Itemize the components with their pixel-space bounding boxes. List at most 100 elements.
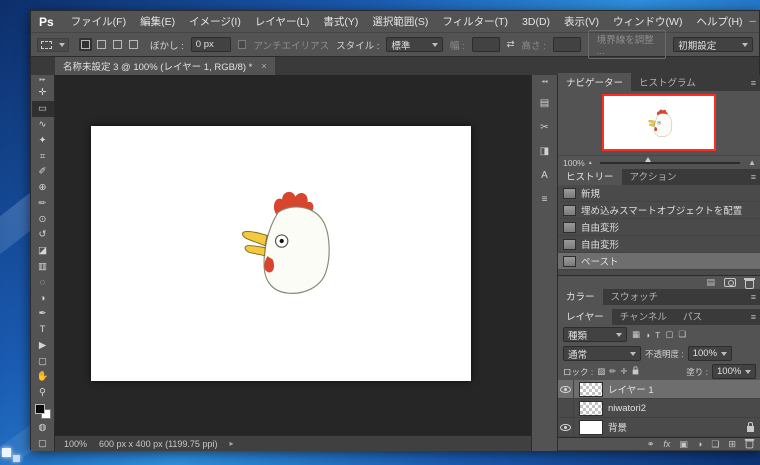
history-item-paste[interactable]: ペースト xyxy=(558,253,760,270)
link-layers-icon[interactable]: ⚭ xyxy=(647,439,655,450)
layer-row-layer1[interactable]: レイヤー 1 xyxy=(558,380,760,399)
menu-file[interactable]: ファイル(F) xyxy=(64,14,133,29)
fill-dropdown[interactable]: 100% xyxy=(712,364,756,379)
layer-mask-icon[interactable]: ▣ xyxy=(679,439,688,450)
tab-paths[interactable]: パス xyxy=(675,307,710,325)
layer-name[interactable]: レイヤー 1 xyxy=(608,382,654,396)
menu-layer[interactable]: レイヤー(L) xyxy=(248,14,317,29)
layer-thumbnail[interactable] xyxy=(579,420,603,435)
swap-dimensions-icon[interactable]: ⇄ xyxy=(507,39,515,50)
menu-window[interactable]: ウィンドウ(W) xyxy=(606,14,689,29)
add-selection-button[interactable] xyxy=(95,38,108,51)
rectangle-shape-tool[interactable]: ▢ xyxy=(32,353,54,369)
history-item-free-transform-2[interactable]: 自由変形 xyxy=(558,236,760,253)
visibility-toggle[interactable] xyxy=(558,418,574,436)
lock-transparency-icon[interactable]: ▨ xyxy=(597,366,605,377)
path-selection-tool[interactable]: ▶ xyxy=(32,338,54,354)
opacity-dropdown[interactable]: 100% xyxy=(688,346,732,361)
hand-tool[interactable]: ✋ xyxy=(32,369,54,385)
filter-pixel-layers-icon[interactable]: ▦ xyxy=(632,329,640,340)
tab-channels[interactable]: チャンネル xyxy=(612,307,675,325)
collapsed-panel-character-icon[interactable]: A xyxy=(541,170,548,181)
expand-panels-icon[interactable]: ◂◂ xyxy=(541,78,547,85)
new-document-from-state-icon[interactable]: ▤ xyxy=(706,277,715,288)
intersect-selection-button[interactable] xyxy=(127,38,140,51)
layer-thumbnail[interactable] xyxy=(579,382,603,397)
close-document-icon[interactable]: × xyxy=(261,61,266,71)
spot-healing-brush-tool[interactable]: ⊕ xyxy=(32,180,54,196)
blur-tool[interactable]: ◌ xyxy=(32,274,54,290)
tab-layers[interactable]: レイヤー xyxy=(558,307,612,325)
lock-pixels-icon[interactable]: ✏ xyxy=(609,366,616,377)
menu-image[interactable]: イメージ(I) xyxy=(182,14,248,29)
move-tool[interactable]: ✛ xyxy=(32,85,54,101)
menu-3d[interactable]: 3D(D) xyxy=(515,16,557,28)
type-tool[interactable]: T xyxy=(32,322,54,338)
workspace-switcher[interactable]: 初期設定 xyxy=(673,37,753,52)
layer-row-niwatori2[interactable]: niwatori2 xyxy=(558,399,760,418)
eyedropper-tool[interactable]: ✐ xyxy=(32,164,54,180)
lock-all-icon[interactable] xyxy=(632,369,638,374)
dodge-tool[interactable]: ◑ xyxy=(32,290,54,306)
taskbar-icon[interactable] xyxy=(2,448,11,457)
navigator-proxy-view[interactable] xyxy=(602,94,716,151)
brush-tool[interactable]: ✏ xyxy=(32,195,54,211)
filter-adjustment-layers-icon[interactable]: ◑ xyxy=(645,330,650,340)
new-snapshot-icon[interactable] xyxy=(724,278,736,287)
collapsed-panel-icon[interactable]: ◨ xyxy=(540,146,549,157)
panel-menu-icon[interactable]: ≡ xyxy=(751,312,756,322)
visibility-toggle[interactable] xyxy=(558,380,574,398)
tab-history[interactable]: ヒストリー xyxy=(558,167,622,185)
new-layer-icon[interactable]: ⊞ xyxy=(728,439,736,450)
width-input[interactable] xyxy=(472,37,500,52)
canvas-area[interactable] xyxy=(55,75,531,435)
layer-name[interactable]: 背景 xyxy=(608,420,627,434)
menu-view[interactable]: 表示(V) xyxy=(557,14,606,29)
layer-filter-dropdown[interactable]: 種類 xyxy=(563,327,627,342)
tool-preset-picker[interactable] xyxy=(37,38,69,52)
menu-type[interactable]: 書式(Y) xyxy=(316,14,365,29)
foreground-color-swatch[interactable] xyxy=(35,404,45,414)
subtract-selection-button[interactable] xyxy=(111,38,124,51)
crop-tool[interactable]: ⌗ xyxy=(32,148,54,164)
delete-state-icon[interactable] xyxy=(745,280,754,289)
gradient-tool[interactable]: ▥ xyxy=(32,259,54,275)
blend-mode-dropdown[interactable]: 通常 xyxy=(563,346,641,361)
taskbar-icon[interactable] xyxy=(13,455,20,462)
lasso-tool[interactable]: ∿ xyxy=(32,117,54,133)
visibility-toggle[interactable] xyxy=(558,399,574,417)
history-brush-tool[interactable]: ↺ xyxy=(32,227,54,243)
menu-help[interactable]: ヘルプ(H) xyxy=(689,14,749,29)
tab-navigator[interactable]: ナビゲーター xyxy=(558,73,631,91)
zoom-out-icon[interactable]: ▴ xyxy=(589,159,592,166)
quick-selection-tool[interactable]: ✦ xyxy=(32,132,54,148)
quick-mask-button[interactable]: ◍ xyxy=(32,419,54,435)
feather-input[interactable]: 0 px xyxy=(191,37,231,52)
zoom-in-icon[interactable]: ▲ xyxy=(748,158,756,167)
layer-thumbnail[interactable] xyxy=(579,401,603,416)
style-dropdown[interactable]: 標準 xyxy=(386,37,443,52)
height-input[interactable] xyxy=(553,37,581,52)
filter-type-layers-icon[interactable]: T xyxy=(655,330,660,340)
filter-shape-layers-icon[interactable]: ▢ xyxy=(665,329,673,340)
status-popup-icon[interactable]: ▸ xyxy=(229,439,233,448)
tab-swatches[interactable]: スウォッチ xyxy=(603,287,667,305)
filter-smart-object-icon[interactable]: ❏ xyxy=(678,329,686,340)
zoom-slider-thumb[interactable] xyxy=(645,157,651,162)
history-item-place-smart-object[interactable]: 埋め込みスマートオブジェクトを配置 xyxy=(558,202,760,219)
collapsed-panel-icon[interactable]: ▤ xyxy=(540,98,549,109)
document-tab[interactable]: 名称未設定 3 @ 100% (レイヤー 1, RGB/8) * × xyxy=(55,57,275,75)
menu-edit[interactable]: 編集(E) xyxy=(133,14,182,29)
menu-filter[interactable]: フィルター(T) xyxy=(435,14,515,29)
tab-histogram[interactable]: ヒストグラム xyxy=(631,73,704,91)
panel-menu-icon[interactable]: ≡ xyxy=(751,292,756,302)
navigator-zoom-input[interactable]: 100% xyxy=(563,158,585,168)
color-swatches[interactable] xyxy=(35,404,51,420)
panel-menu-icon[interactable]: ≡ xyxy=(751,172,756,182)
panel-menu-icon[interactable]: ≡ xyxy=(751,78,756,88)
new-group-icon[interactable]: ❏ xyxy=(711,439,719,450)
refine-edge-button[interactable]: 境界線を調整 ... xyxy=(588,30,666,59)
collapsed-panel-icon[interactable]: ≡ xyxy=(542,194,548,205)
collapsed-panel-icon[interactable]: ✂ xyxy=(540,122,548,133)
zoom-level-input[interactable]: 100% xyxy=(64,439,87,449)
